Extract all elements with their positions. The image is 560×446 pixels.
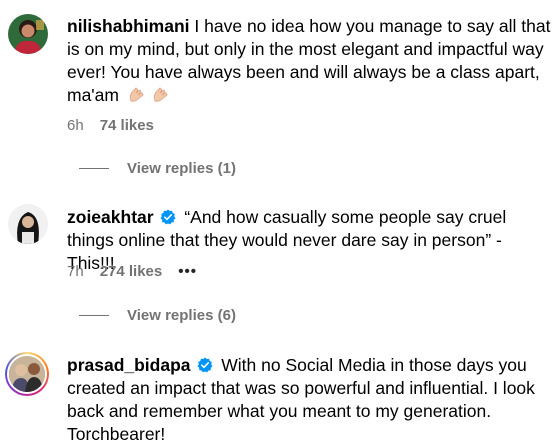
clap-emoji-icon: [124, 85, 172, 105]
replies-divider: [79, 315, 109, 316]
likes-count[interactable]: 74 likes: [100, 117, 154, 134]
avatar[interactable]: [8, 14, 48, 54]
likes-count[interactable]: 274 likes: [100, 263, 163, 280]
view-replies-button[interactable]: View replies (6): [79, 307, 236, 324]
timestamp[interactable]: 7h: [67, 263, 84, 280]
username[interactable]: nilishabhimani: [67, 16, 190, 36]
comment-meta: 7h 274 likes •••: [67, 263, 197, 280]
view-replies-label: View replies (1): [127, 160, 236, 177]
username[interactable]: zoieakhtar: [67, 207, 154, 227]
username[interactable]: prasad_bidapa: [67, 355, 191, 375]
replies-divider: [79, 168, 109, 169]
avatar[interactable]: [5, 352, 49, 396]
view-replies-button[interactable]: View replies (1): [79, 160, 236, 177]
more-options-icon[interactable]: •••: [178, 263, 197, 280]
comment-meta: 6h 74 likes: [67, 117, 154, 134]
avatar-image: [7, 354, 47, 394]
comment-text: nilishabhimani I have no idea how you ma…: [67, 15, 552, 107]
verified-badge-icon: [197, 357, 213, 373]
comment-text: prasad_bidapa With no Social Media in th…: [67, 354, 552, 446]
timestamp[interactable]: 6h: [67, 117, 84, 134]
view-replies-label: View replies (6): [127, 307, 236, 324]
avatar[interactable]: [8, 204, 48, 244]
verified-badge-icon: [160, 209, 176, 225]
